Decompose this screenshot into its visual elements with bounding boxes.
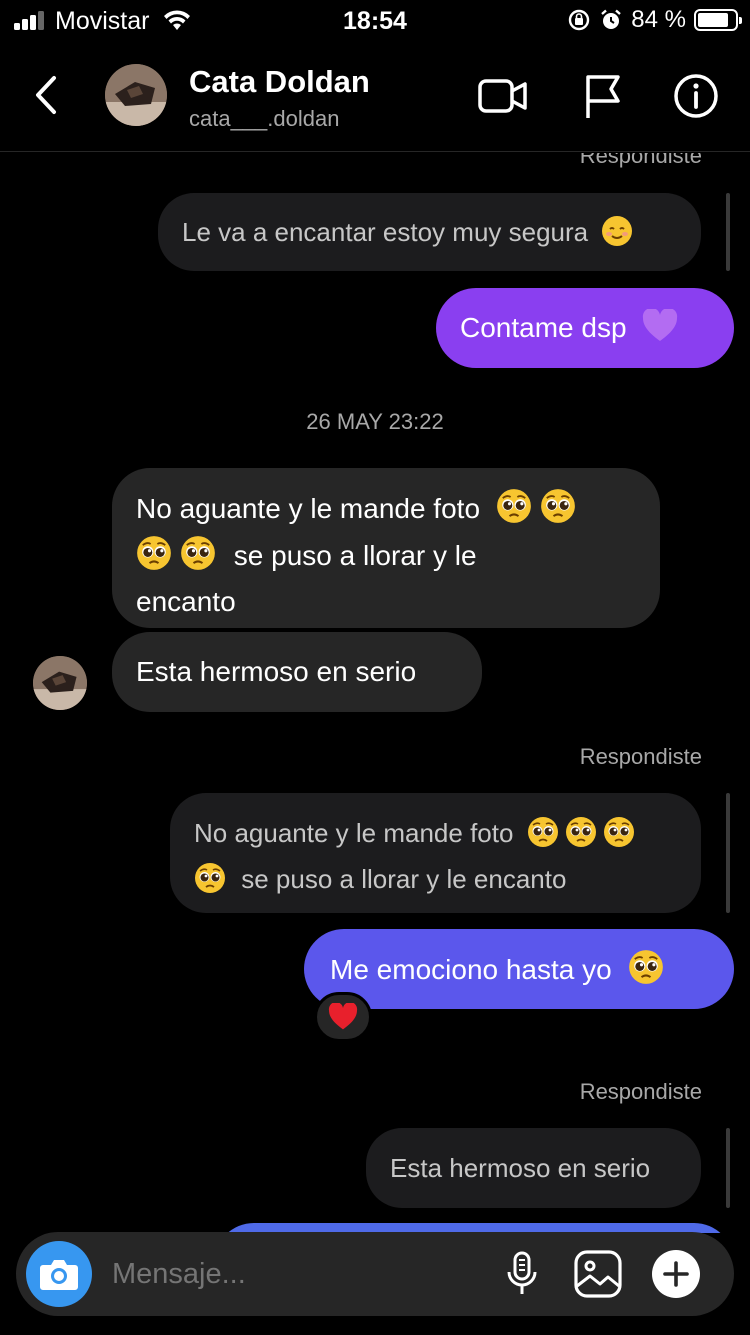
pleading-face-emoji xyxy=(603,816,635,859)
received-message[interactable]: Esta hermoso en serio xyxy=(112,632,482,712)
received-text-line-1: No aguante y le mande foto xyxy=(136,493,481,524)
sent-message-text: Contame dsp xyxy=(460,312,627,343)
camera-button[interactable] xyxy=(26,1241,92,1307)
voice-message-button[interactable] xyxy=(498,1250,546,1298)
quoted-message[interactable]: Esta hermoso en serio xyxy=(366,1128,701,1208)
contact-avatar[interactable] xyxy=(105,64,167,126)
flag-icon xyxy=(586,75,620,118)
battery-percentage: 84 % xyxy=(631,6,686,33)
pleading-face-emoji xyxy=(194,862,226,905)
message-thread[interactable]: Respondiste Le va a encantar estoy muy s… xyxy=(0,153,750,1233)
video-call-icon xyxy=(478,79,527,113)
received-text-line-3: encanto xyxy=(136,586,236,617)
message-input[interactable] xyxy=(112,1252,472,1296)
microphone-icon xyxy=(507,1251,537,1294)
battery-icon xyxy=(694,9,742,31)
quoted-message-text: Esta hermoso en serio xyxy=(390,1153,651,1183)
quoted-message-text: Le va a encantar estoy muy segura xyxy=(182,217,589,247)
quoted-message[interactable]: No aguante y le mande foto se puso a llo… xyxy=(170,793,701,913)
reply-indicator xyxy=(726,1128,730,1208)
sent-message-text: Me emociono hasta yo xyxy=(330,954,612,985)
smiling-face-emoji xyxy=(602,216,633,246)
camera-icon xyxy=(40,1260,78,1290)
purple-heart-emoji xyxy=(643,309,678,341)
gallery-button[interactable] xyxy=(574,1250,622,1298)
red-heart-emoji xyxy=(328,1003,358,1030)
sender-avatar[interactable] xyxy=(33,656,87,710)
sent-message[interactable]: Contame dsp xyxy=(436,288,734,368)
report-button[interactable] xyxy=(576,72,628,120)
pleading-face-emoji xyxy=(180,535,216,582)
pleading-face-emoji xyxy=(136,535,172,582)
info-icon xyxy=(674,74,718,118)
heart-reaction[interactable] xyxy=(314,992,372,1042)
more-options-button[interactable] xyxy=(652,1250,700,1298)
alarm-icon xyxy=(601,9,622,29)
gallery-icon xyxy=(574,1250,622,1298)
sent-message[interactable]: Me emociono hasta yo xyxy=(304,929,734,1009)
orientation-lock-icon xyxy=(569,9,590,31)
received-message-text: Esta hermoso en serio xyxy=(136,656,417,687)
chat-header: Cata Doldan cata___.doldan xyxy=(0,44,750,152)
pleading-face-emoji xyxy=(540,488,576,535)
video-call-button[interactable] xyxy=(477,72,529,120)
pleading-face-emoji xyxy=(565,816,597,859)
quoted-text-line-2: se puso a llorar y le encanto xyxy=(241,864,567,894)
quoted-message[interactable]: Le va a encantar estoy muy segura xyxy=(158,193,701,271)
pleading-face-emoji xyxy=(628,949,664,996)
contact-username: cata___.doldan xyxy=(189,106,340,131)
reply-indicator xyxy=(726,193,730,271)
plus-icon xyxy=(652,1250,700,1298)
info-button[interactable] xyxy=(670,72,722,120)
status-bar: Movistar 18:54 84 % xyxy=(0,0,750,44)
received-text-line-2: se puso a llorar y le xyxy=(233,540,477,571)
reply-label: Respondiste xyxy=(579,1079,702,1104)
message-composer xyxy=(16,1232,734,1316)
pleading-face-emoji xyxy=(496,488,532,535)
reply-indicator xyxy=(726,793,730,913)
received-message[interactable]: No aguante y le mande foto se puso a llo… xyxy=(112,468,660,628)
contact-name[interactable]: Cata Doldan xyxy=(189,64,370,100)
reply-label: Respondiste xyxy=(579,153,702,168)
reply-label: Respondiste xyxy=(579,744,702,769)
back-button[interactable] xyxy=(26,70,68,120)
quoted-text-line-1: No aguante y le mande foto xyxy=(194,818,514,848)
date-separator: 26 MAY 23:22 xyxy=(306,409,444,434)
pleading-face-emoji xyxy=(527,816,559,859)
back-icon xyxy=(36,76,56,114)
